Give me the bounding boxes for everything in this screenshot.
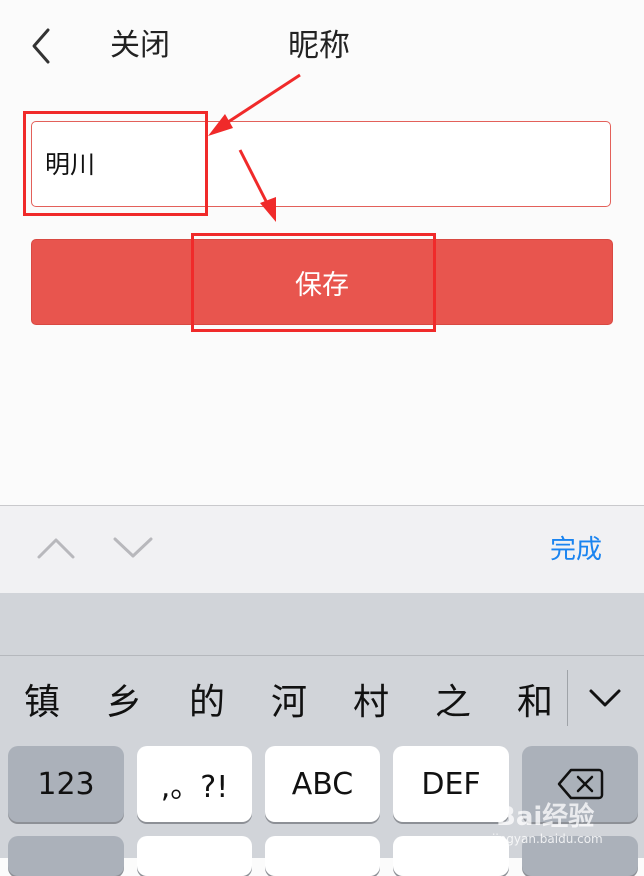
candidate-divider (567, 670, 568, 726)
key-punctuation[interactable]: ,。?! (137, 746, 252, 822)
chevron-up-icon[interactable] (36, 535, 76, 561)
candidate-word[interactable]: 和 (513, 680, 557, 726)
candidate-word[interactable]: 之 (431, 680, 475, 726)
key-abc[interactable]: ABC (265, 746, 380, 822)
candidate-word[interactable]: 的 (185, 680, 229, 726)
chevron-down-icon[interactable] (112, 535, 154, 561)
collapse-candidates-icon[interactable] (587, 686, 623, 710)
keyboard-toolbar (0, 505, 644, 593)
candidate-word[interactable]: 河 (267, 680, 311, 726)
candidate-word[interactable]: 村 (349, 680, 393, 726)
key-row2[interactable] (137, 836, 252, 876)
annotation-arrows (208, 73, 301, 222)
key-row2-left[interactable] (8, 836, 124, 876)
watermark-logo: Bai经验 (496, 802, 595, 832)
watermark-url: jingyan.baidu.com (492, 832, 603, 846)
done-button[interactable]: 完成 (550, 530, 602, 570)
candidate-word[interactable]: 乡 (102, 680, 146, 726)
key-row2[interactable] (265, 836, 380, 876)
candidate-word[interactable]: 镇 (20, 680, 64, 726)
key-def[interactable]: DEF (393, 746, 509, 822)
key-123[interactable]: 123 (8, 746, 124, 822)
